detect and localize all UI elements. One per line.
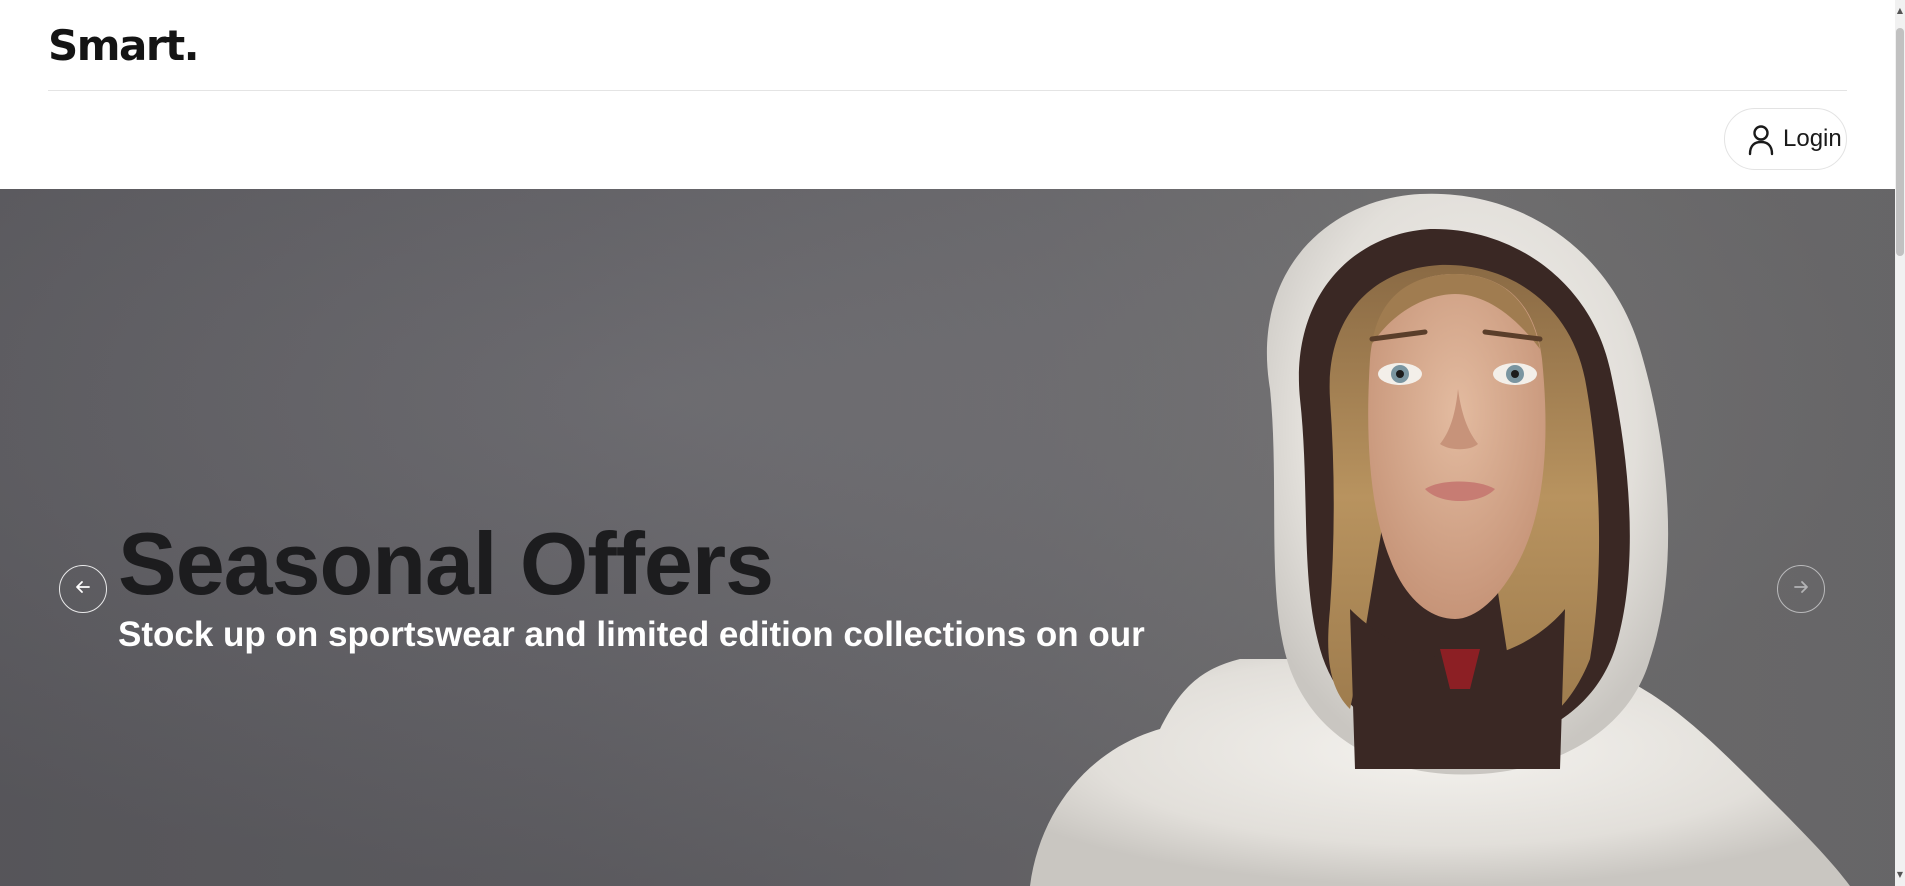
scroll-thumb[interactable] xyxy=(1896,28,1904,256)
hero-title: Seasonal Offers xyxy=(118,514,774,613)
site-header: Smart. xyxy=(48,0,1847,91)
login-label: Login xyxy=(1783,125,1842,152)
scroll-up-icon[interactable]: ▲ xyxy=(1896,4,1904,18)
hero-banner: Seasonal Offers Stock up on sportswear a… xyxy=(0,189,1895,886)
user-icon xyxy=(1745,122,1777,156)
hero-subtitle: Stock up on sportswear and limited editi… xyxy=(118,615,1145,654)
page: Smart. Login Seasonal Offers Stock up on… xyxy=(0,0,1895,886)
arrow-left-icon xyxy=(73,577,93,601)
login-button[interactable]: Login xyxy=(1724,108,1847,170)
scroll-down-icon[interactable]: ▼ xyxy=(1896,868,1904,882)
carousel-next-button[interactable] xyxy=(1777,565,1825,613)
carousel-prev-button[interactable] xyxy=(59,565,107,613)
arrow-right-icon xyxy=(1791,577,1811,601)
top-bar: Login xyxy=(0,92,1895,189)
site-logo[interactable]: Smart. xyxy=(48,18,200,74)
page-scrollbar[interactable]: ▲ ▼ xyxy=(1895,0,1905,886)
